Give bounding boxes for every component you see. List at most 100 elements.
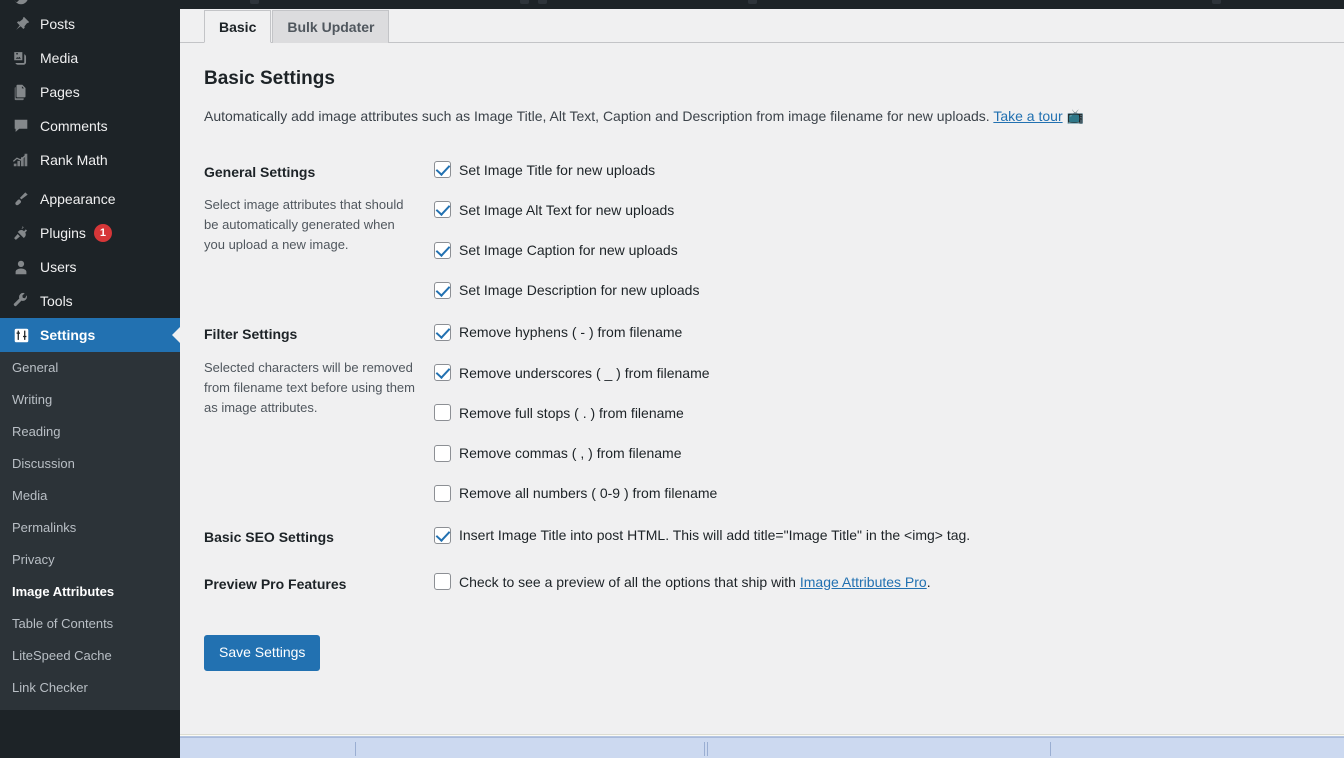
seo-settings-header: Basic SEO Settings xyxy=(204,514,434,560)
preview-pro-label-prefix: Check to see a preview of all the option… xyxy=(459,573,800,590)
checkbox-row: Remove hyphens ( - ) from filename xyxy=(434,323,1334,342)
pro-features-heading: Preview Pro Features xyxy=(204,575,347,592)
sidebar-item-label: Appearance xyxy=(40,191,116,207)
checkbox-row: Remove full stops ( . ) from filename xyxy=(434,404,1334,422)
image-attributes-pro-link[interactable]: Image Attributes Pro xyxy=(800,574,927,590)
content-area: Basic Bulk Updater Basic Settings Automat… xyxy=(180,9,1344,737)
general-settings-description: Select image attributes that should be a… xyxy=(204,196,404,253)
take-a-tour-link[interactable]: Take a tour xyxy=(993,108,1062,124)
sidebar-item-dashboard-partial[interactable] xyxy=(0,0,180,7)
checkbox-row: Insert Image Title into post HTML. This … xyxy=(434,526,1334,544)
sidebar-item-comments[interactable]: Comments xyxy=(0,109,180,143)
filter-option-label-3[interactable]: Remove full stops ( . ) from filename xyxy=(459,404,684,422)
submenu-item-reading[interactable]: Reading xyxy=(0,416,180,448)
admin-bar-icon-comments[interactable] xyxy=(520,0,529,4)
pro-features-options: Check to see a preview of all the option… xyxy=(434,561,1344,607)
preview-pro-checkbox[interactable] xyxy=(434,573,451,591)
pages-icon xyxy=(11,82,31,102)
row-general-settings: General Settings Select image attributes… xyxy=(204,149,1344,312)
sidebar-item-label: Plugins xyxy=(40,225,86,241)
taskbar-divider xyxy=(1050,742,1051,756)
taskbar[interactable] xyxy=(180,737,1344,758)
sidebar-item-plugins[interactable]: Plugins 1 xyxy=(0,216,180,250)
general-option-label-1[interactable]: Set Image Title for new uploads xyxy=(459,161,655,179)
row-preview-pro-features: Preview Pro Features Check to see a prev… xyxy=(204,561,1344,607)
general-option-label-3[interactable]: Set Image Caption for new uploads xyxy=(459,241,678,259)
general-option-label-2[interactable]: Set Image Alt Text for new uploads xyxy=(459,201,674,219)
sidebar-item-label: Rank Math xyxy=(40,152,108,168)
submenu-item-general[interactable]: General xyxy=(0,352,180,384)
insert-image-title-checkbox[interactable] xyxy=(434,526,451,544)
admin-bar[interactable] xyxy=(180,0,1344,9)
filter-option-label-2[interactable]: Remove underscores ( _ ) from filename xyxy=(459,364,710,382)
checkbox-row: Remove commas ( , ) from filename xyxy=(434,444,1334,462)
filter-option-checkbox-1[interactable] xyxy=(434,324,451,342)
submenu-item-writing[interactable]: Writing xyxy=(0,384,180,416)
sidebar-item-posts[interactable]: Posts xyxy=(0,7,180,41)
checkbox-row: Set Image Alt Text for new uploads xyxy=(434,201,1334,219)
sidebar-item-users[interactable]: Users xyxy=(0,250,180,284)
sidebar-item-appearance[interactable]: Appearance xyxy=(0,182,180,216)
settings-submenu: General Writing Reading Discussion Media Perm… xyxy=(0,352,180,710)
pin-icon xyxy=(11,14,31,34)
sidebar-item-settings[interactable]: Settings xyxy=(0,318,180,352)
submenu-item-link-checker[interactable]: Link Checker xyxy=(0,672,180,704)
page-description-text: Automatically add image attributes such … xyxy=(204,107,990,124)
filter-option-checkbox-3[interactable] xyxy=(434,404,451,422)
settings-form-table: General Settings Select image attributes… xyxy=(204,149,1344,607)
settings-sliders-icon xyxy=(11,325,31,345)
wrench-icon xyxy=(11,291,31,311)
checkbox-row: Set Image Description for new uploads xyxy=(434,281,1334,299)
preview-pro-label[interactable]: Check to see a preview of all the option… xyxy=(459,573,931,591)
admin-bar-icon-account[interactable] xyxy=(1212,0,1221,4)
filter-option-checkbox-4[interactable] xyxy=(434,444,451,462)
sidebar-group-admin: Appearance Plugins 1 Users Tools Settings xyxy=(0,182,180,352)
taskbar-divider xyxy=(704,742,705,756)
general-option-checkbox-2[interactable] xyxy=(434,201,451,219)
page-description: Automatically add image attributes such … xyxy=(204,106,1344,127)
submenu-item-permalinks[interactable]: Permalinks xyxy=(0,512,180,544)
general-option-checkbox-4[interactable] xyxy=(434,281,451,299)
submenu-item-image-attributes[interactable]: Image Attributes xyxy=(0,576,180,608)
filter-option-label-5[interactable]: Remove all numbers ( 0-9 ) from filename xyxy=(459,484,717,502)
general-settings-options: Set Image Title for new uploads Set Image… xyxy=(434,149,1344,312)
general-settings-header: General Settings Select image attributes… xyxy=(204,149,434,312)
screen: Posts Media Pages Comments Rank Math Appeara… xyxy=(0,0,1344,758)
tab-basic[interactable]: Basic xyxy=(204,10,272,43)
filter-settings-description: Selected characters will be removed from… xyxy=(204,359,415,415)
submenu-item-table-of-contents[interactable]: Table of Contents xyxy=(0,608,180,640)
seo-settings-heading: Basic SEO Settings xyxy=(204,529,334,546)
row-seo-settings: Basic SEO Settings Insert Image Title in… xyxy=(204,514,1344,560)
submenu-item-litespeed-cache[interactable]: LiteSpeed Cache xyxy=(0,640,180,672)
general-option-checkbox-1[interactable] xyxy=(434,161,451,179)
sidebar-item-label: Settings xyxy=(40,327,96,343)
admin-bar-icon-site[interactable] xyxy=(250,0,259,4)
tv-icon: 📺 xyxy=(1066,107,1085,124)
sidebar-item-pages[interactable]: Pages xyxy=(0,75,180,109)
general-option-label-4[interactable]: Set Image Description for new uploads xyxy=(459,281,699,299)
sidebar-item-media[interactable]: Media xyxy=(0,41,180,75)
tab-bulk-updater[interactable]: Bulk Updater xyxy=(272,10,390,43)
general-option-checkbox-3[interactable] xyxy=(434,241,451,259)
paintbrush-icon xyxy=(11,189,31,209)
comments-icon xyxy=(11,116,31,136)
save-settings-button[interactable]: Save Settings xyxy=(204,634,321,672)
insert-image-title-label[interactable]: Insert Image Title into post HTML. This … xyxy=(459,526,970,544)
admin-bar-icon-plugin[interactable] xyxy=(748,0,757,4)
sidebar-item-tools[interactable]: Tools xyxy=(0,284,180,318)
admin-bar-icon-new[interactable] xyxy=(538,0,547,4)
filter-option-label-4[interactable]: Remove commas ( , ) from filename xyxy=(459,444,682,462)
filter-option-checkbox-5[interactable] xyxy=(434,484,451,502)
checkbox-row: Remove underscores ( _ ) from filename xyxy=(434,364,1334,382)
submenu-item-media[interactable]: Media xyxy=(0,480,180,512)
filter-settings-header: Filter Settings Selected characters will… xyxy=(204,311,434,514)
submenu-item-privacy[interactable]: Privacy xyxy=(0,544,180,576)
sidebar-item-label xyxy=(40,0,44,4)
submenu-item-discussion[interactable]: Discussion xyxy=(0,448,180,480)
filter-settings-options: Remove hyphens ( - ) from filename Remove… xyxy=(434,311,1344,514)
filter-option-checkbox-2[interactable] xyxy=(434,364,451,382)
sidebar-item-rank-math[interactable]: Rank Math xyxy=(0,143,180,177)
checkbox-row: Set Image Caption for new uploads xyxy=(434,241,1334,259)
sidebar-item-label: Tools xyxy=(40,293,73,309)
filter-option-label-1[interactable]: Remove hyphens ( - ) from filename xyxy=(459,323,682,341)
